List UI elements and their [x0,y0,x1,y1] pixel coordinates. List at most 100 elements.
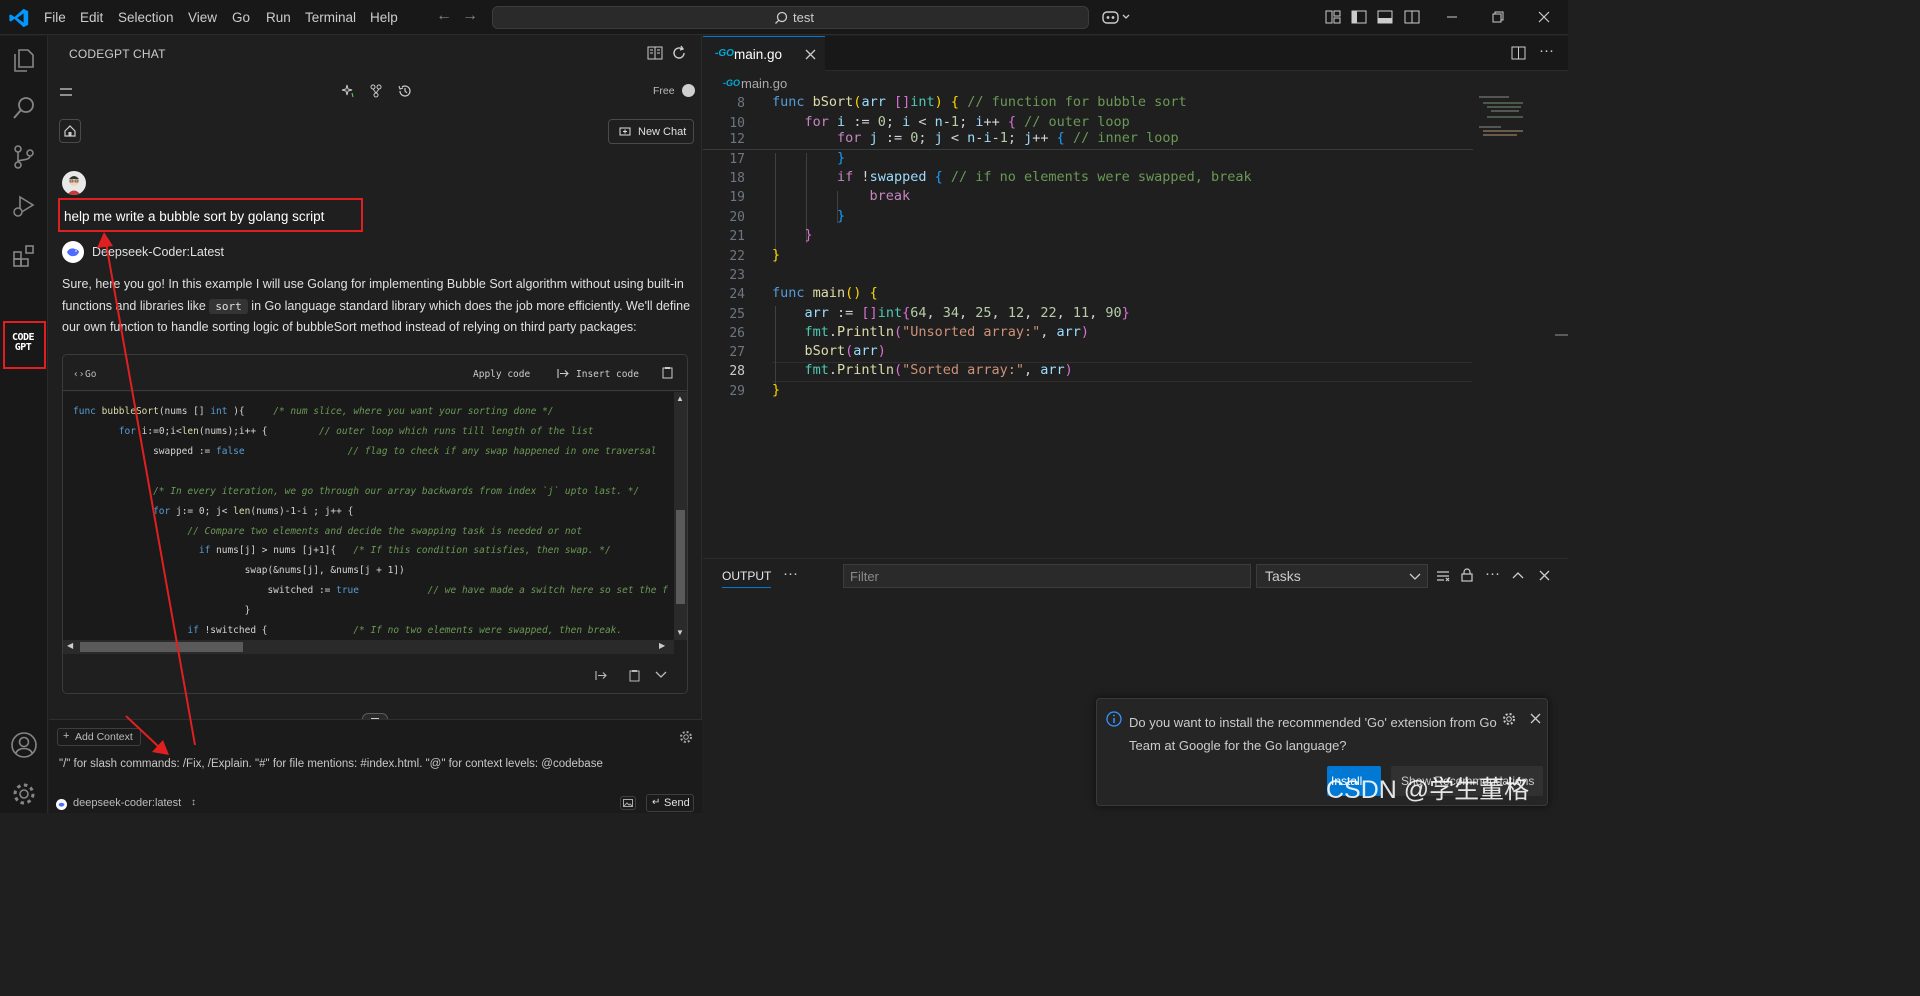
chevron-down-icon [1409,573,1421,580]
breadcrumb[interactable]: main.go [741,76,787,91]
lock-scroll-icon[interactable] [1461,568,1473,582]
go-file-icon: -GO [723,78,740,88]
insert-arrow-icon[interactable] [595,670,608,681]
code-line: for i:=0;i<len(nums);i++ { // outer loop… [118,426,594,437]
copy-icon[interactable] [629,669,640,682]
customize-layout-icon[interactable] [1325,9,1341,25]
output-channel-select[interactable]: Tasks [1256,564,1428,588]
new-chat-button[interactable]: New Chat [608,119,694,144]
command-center-search[interactable]: test [492,6,1089,29]
agent-flow-icon[interactable] [370,84,382,98]
code-line: for j := 0; j < n-i-1; j++ { // inner lo… [837,130,1179,146]
toggle-sidebar-icon[interactable] [1351,9,1367,25]
menu-go[interactable]: Go [232,10,250,25]
go-file-icon: -GO [715,48,734,59]
deepseek-whale-icon [67,248,79,257]
scroll-right-icon[interactable]: ▶ [659,641,665,650]
arrow-right-icon[interactable]: → [462,7,478,25]
close-notification-icon[interactable] [1530,713,1541,724]
more-actions-icon[interactable]: ··· [1485,565,1500,582]
scroll-thumb[interactable] [676,510,685,604]
line-number: 27 [729,345,745,360]
apply-code-button[interactable]: Apply code [473,369,530,380]
sparkle-icon[interactable] [341,84,355,98]
code-vertical-scrollbar[interactable]: ▲ ▼ [674,392,687,640]
arrow-left-icon[interactable]: ← [436,7,452,25]
home-button[interactable] [59,119,81,143]
run-debug-icon[interactable] [8,190,40,222]
codegpt-icon-label: CODE GPT [12,332,35,353]
maximize-panel-icon[interactable] [1512,571,1524,579]
code-block: ‹› Go Apply code Insert code func bubble… [62,354,688,694]
editor-tab-main-go[interactable]: -GO main.go [703,36,825,71]
manage-gear-icon[interactable] [8,778,40,810]
scroll-down-icon[interactable]: ▼ [676,628,684,637]
code-line: func bSort(arr []int) { // function for … [772,94,1187,110]
plan-avatar-icon[interactable] [682,84,695,97]
code-content[interactable]: func bubbleSort(nums [] int ){ /* num sl… [63,392,674,640]
minimap[interactable] [1477,94,1547,144]
menu-selection[interactable]: Selection [118,10,174,25]
settings-gear-icon[interactable] [1502,712,1516,726]
code-line: break [869,188,911,204]
clear-output-icon[interactable] [1436,570,1450,582]
menu-terminal[interactable]: Terminal [305,10,356,25]
chevron-down-icon[interactable] [655,671,667,679]
tab-output[interactable]: OUTPUT [722,569,772,588]
extensions-icon[interactable] [8,240,40,272]
explorer-icon[interactable] [8,44,40,76]
codegpt-icon[interactable]: CODE GPT [3,321,46,369]
menu-file[interactable]: File [44,10,66,25]
close-panel-icon[interactable] [1539,570,1550,581]
scroll-thumb[interactable] [80,642,243,652]
menu-edit[interactable]: Edit [80,10,103,25]
scroll-up-icon[interactable]: ▲ [676,394,684,403]
menu-run[interactable]: Run [266,10,291,25]
image-attach-button[interactable] [620,796,636,810]
line-number: 24 [729,287,745,302]
code-language: Go [85,369,97,380]
accounts-icon[interactable] [8,729,40,761]
enter-icon: ↵ [652,797,661,808]
search-icon[interactable] [8,92,40,124]
toggle-secondary-sidebar-icon[interactable] [1404,9,1420,25]
code-horizontal-scrollbar[interactable]: ◀ ▶ [63,640,674,654]
insert-code-button[interactable]: Insert code [576,369,639,380]
add-context-button[interactable]: + Add Context [57,728,141,746]
scroll-left-icon[interactable]: ◀ [67,641,73,650]
line-number: 19 [729,190,745,205]
copilot-icon[interactable] [1102,9,1134,25]
source-control-icon[interactable] [8,141,40,173]
send-label: Send [664,797,690,809]
minimize-icon[interactable] [1444,9,1460,25]
activity-bar: CODE GPT [0,36,48,813]
home-icon [64,125,76,137]
menu-help[interactable]: Help [370,10,398,25]
close-tab-icon[interactable] [805,49,816,60]
more-actions-icon[interactable]: ··· [783,565,798,582]
chevron-updown-icon[interactable]: ↕ [191,797,196,808]
send-button[interactable]: ↵ Send [646,794,694,812]
assistant-avatar [62,241,84,263]
copy-icon[interactable] [662,366,673,379]
history-icon[interactable] [398,84,412,98]
user-message: help me write a bubble sort by golang sc… [64,209,325,224]
line-number: 21 [729,229,745,244]
toggle-panel-icon[interactable] [1377,9,1393,25]
book-icon[interactable] [647,46,663,60]
chat-input-area[interactable]: + Add Context "/" for slash commands: /F… [49,719,702,813]
settings-gear-icon[interactable] [679,730,693,744]
code-line: if nums[j] > nums [j+1]{ /* If this cond… [198,545,611,556]
menu-view[interactable]: View [188,10,217,25]
model-selector[interactable]: deepseek-coder:latest [73,797,181,809]
code-line: } [772,382,781,398]
more-actions-icon[interactable]: ··· [1539,42,1554,59]
refresh-icon[interactable] [671,45,687,61]
split-editor-icon[interactable] [1511,46,1526,60]
editor-tab-bar: -GO main.go ··· [703,36,1568,71]
close-icon[interactable] [1536,9,1552,25]
hamburger-menu-icon[interactable] [59,87,73,97]
code-line: swap(&nums[j], &nums[j + 1]) [73,565,405,576]
restore-icon[interactable] [1490,9,1506,25]
output-filter-input[interactable]: Filter [843,564,1251,588]
